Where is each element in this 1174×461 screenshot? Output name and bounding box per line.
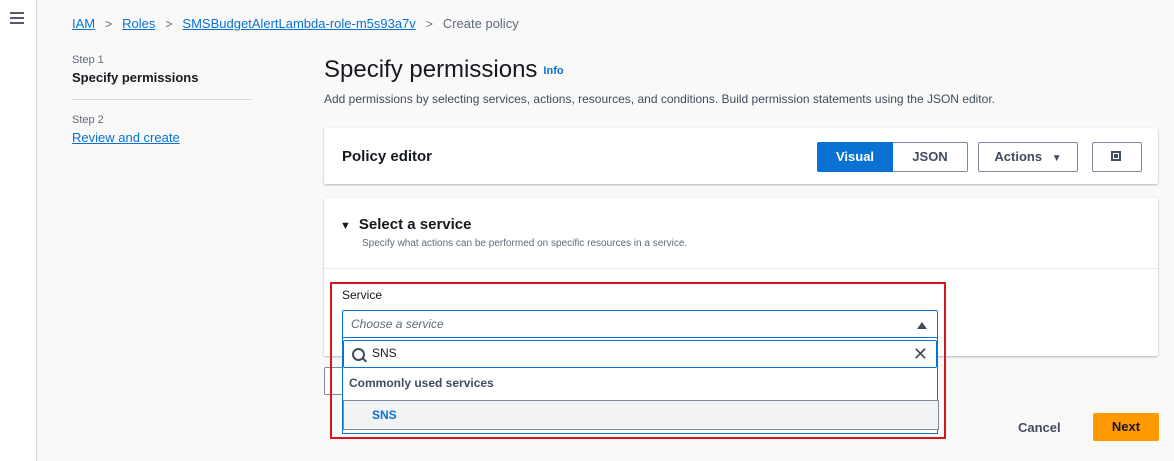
- page-title: Specify permissions Info: [324, 56, 564, 84]
- step-2-link[interactable]: Review and create: [72, 130, 252, 145]
- divider: [324, 268, 1158, 269]
- breadcrumb-roles[interactable]: Roles: [122, 16, 155, 31]
- info-link[interactable]: Info: [543, 65, 563, 77]
- menu-icon[interactable]: [10, 12, 24, 24]
- chevron-right-icon: >: [165, 16, 173, 31]
- editor-mode-toggle: Visual JSON: [817, 142, 968, 172]
- actions-dropdown[interactable]: Actions ▼: [978, 142, 1078, 172]
- select-service-description: Specify what actions can be performed on…: [362, 238, 688, 249]
- step-1-title: Specify permissions: [72, 70, 199, 85]
- chevron-right-icon: >: [105, 16, 113, 31]
- left-rail: [0, 0, 37, 461]
- fullscreen-icon: [1111, 151, 1121, 161]
- json-button[interactable]: JSON: [893, 142, 968, 172]
- breadcrumb: IAM > Roles > SMSBudgetAlertLambda-role-…: [72, 16, 519, 31]
- breadcrumb-role[interactable]: SMSBudgetAlertLambda-role-m5s93a7v: [182, 16, 415, 31]
- page-title-text: Specify permissions: [324, 56, 538, 83]
- step-2-label: Step 2: [72, 114, 104, 126]
- divider: [72, 99, 252, 100]
- highlight-box: [330, 282, 946, 439]
- breadcrumb-iam[interactable]: IAM: [72, 16, 95, 31]
- page-subtitle: Add permissions by selecting services, a…: [324, 92, 995, 106]
- policy-editor-title: Policy editor: [342, 148, 433, 165]
- actions-label: Actions: [994, 149, 1043, 164]
- step-1-label: Step 1: [72, 54, 104, 66]
- caret-down-icon: ▼: [340, 220, 351, 232]
- cancel-button[interactable]: Cancel: [1018, 420, 1061, 435]
- next-button[interactable]: Next: [1093, 413, 1159, 441]
- breadcrumb-current: Create policy: [442, 16, 519, 31]
- fullscreen-button[interactable]: [1092, 142, 1142, 172]
- visual-button[interactable]: Visual: [817, 142, 893, 172]
- wizard-steps: Step 1 Specify permissions Step 2 Review…: [72, 54, 252, 145]
- select-service-heading[interactable]: ▼ Select a service: [340, 216, 471, 233]
- chevron-right-icon: >: [425, 16, 433, 31]
- policy-editor-card: Policy editor Visual JSON Actions ▼: [324, 128, 1158, 184]
- select-service-title: Select a service: [358, 216, 472, 233]
- caret-down-icon: ▼: [1051, 153, 1062, 164]
